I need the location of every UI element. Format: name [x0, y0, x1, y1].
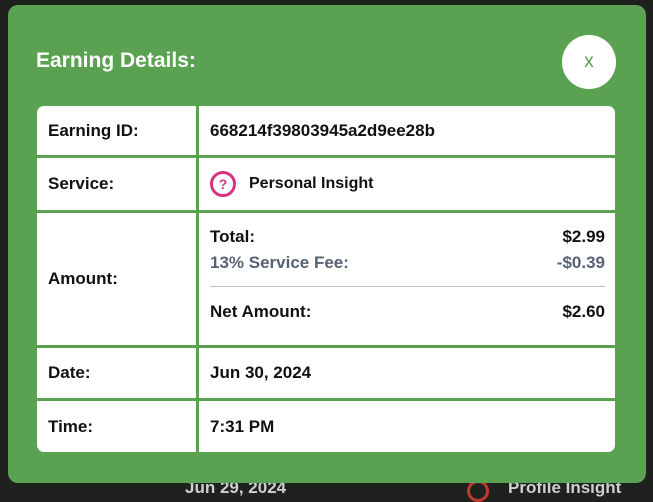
fee-value: -$0.39	[556, 253, 605, 272]
amount-label: Amount:	[37, 213, 199, 345]
net-value: $2.60	[562, 302, 605, 321]
modal-title: Earning Details:	[36, 49, 196, 72]
service-cell: ? Personal Insight	[199, 158, 615, 210]
time-label: Time:	[37, 401, 199, 452]
earning-id-label: Earning ID:	[37, 106, 199, 155]
service-value: Personal Insight	[249, 175, 374, 192]
close-button[interactable]: x	[562, 35, 616, 89]
fee-label: 13% Service Fee:	[210, 253, 349, 272]
date-value: Jun 30, 2024	[210, 363, 312, 382]
row-date: Date: Jun 30, 2024	[37, 348, 615, 401]
question-icon: ?	[210, 171, 236, 197]
details-table: Earning ID: 668214f39803945a2d9ee28b Ser…	[37, 106, 615, 452]
row-amount: Amount: Total: $2.99 13% Service Fee: -$…	[37, 213, 615, 348]
total-label: Total:	[210, 227, 256, 246]
amount-breakdown: Total: $2.99 13% Service Fee: -$0.39 Net…	[199, 213, 615, 345]
total-value: $2.99	[562, 227, 605, 246]
net-line: Net Amount: $2.60	[210, 302, 605, 322]
earning-id-value: 668214f39803945a2d9ee28b	[210, 120, 435, 140]
time-value: 7:31 PM	[210, 416, 275, 436]
amount-divider	[210, 286, 605, 287]
row-earning-id: Earning ID: 668214f39803945a2d9ee28b	[37, 106, 615, 158]
date-label: Date:	[37, 348, 199, 398]
background-service-icon	[467, 480, 489, 502]
service-label: Service:	[37, 158, 199, 210]
row-service: Service: ? Personal Insight	[37, 158, 615, 213]
total-line: Total: $2.99	[210, 227, 605, 247]
fee-line: 13% Service Fee: -$0.39	[210, 253, 605, 273]
earning-details-modal: Earning Details: x Earning ID: 668214f39…	[8, 5, 646, 483]
row-time: Time: 7:31 PM	[37, 401, 615, 452]
net-label: Net Amount:	[210, 302, 312, 321]
